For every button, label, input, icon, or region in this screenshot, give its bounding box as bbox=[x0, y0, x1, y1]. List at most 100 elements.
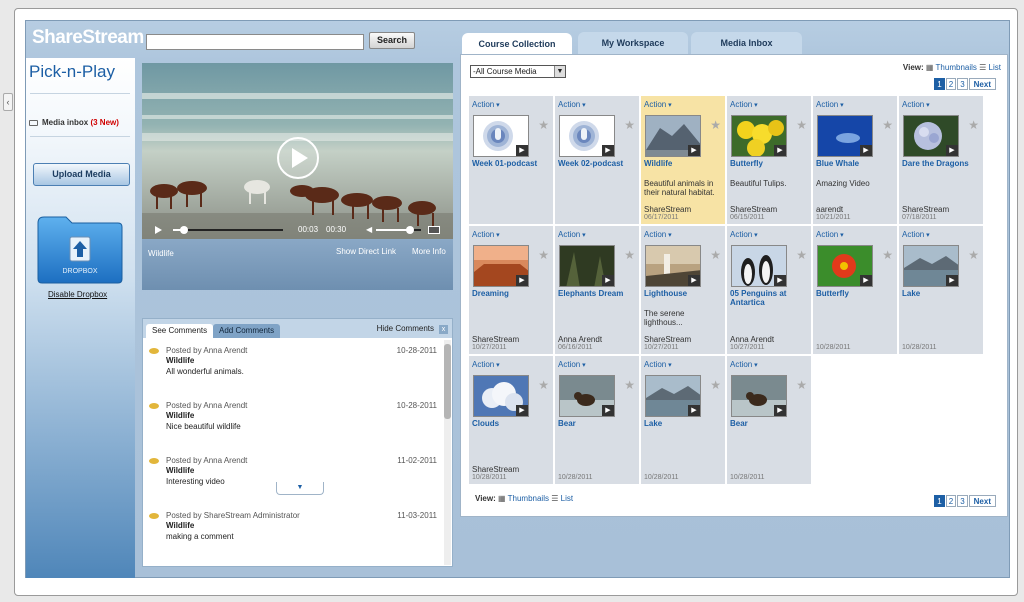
seek-handle[interactable] bbox=[180, 226, 188, 234]
media-card[interactable]: Action ★ ▶ Bear 10/28/2011 bbox=[555, 356, 639, 484]
media-thumbnail[interactable]: ▶ bbox=[731, 245, 787, 287]
favorite-star-icon[interactable]: ★ bbox=[538, 118, 549, 132]
volume-handle[interactable] bbox=[405, 226, 414, 234]
favorite-star-icon[interactable]: ★ bbox=[796, 118, 807, 132]
dropbox-folder[interactable]: DROPBOX bbox=[36, 213, 124, 285]
media-thumbnail[interactable]: ▶ bbox=[473, 245, 529, 287]
volume-icon[interactable]: ◀ bbox=[366, 225, 372, 234]
action-menu[interactable]: Action bbox=[730, 230, 758, 239]
media-thumbnail[interactable]: ▶ bbox=[731, 375, 787, 417]
media-thumbnail[interactable]: ▶ bbox=[473, 375, 529, 417]
media-thumbnail[interactable]: ▶ bbox=[731, 115, 787, 157]
action-menu[interactable]: Action bbox=[644, 100, 672, 109]
tab-course-collection[interactable]: Course Collection bbox=[462, 33, 572, 55]
fullscreen-icon[interactable] bbox=[428, 226, 440, 234]
action-menu[interactable]: Action bbox=[644, 230, 672, 239]
favorite-star-icon[interactable]: ★ bbox=[710, 248, 721, 262]
page-link-3[interactable]: 3 bbox=[957, 78, 968, 90]
media-title[interactable]: Bear bbox=[730, 419, 810, 428]
next-page-button[interactable]: Next bbox=[968, 495, 996, 507]
media-thumbnail[interactable]: ▶ bbox=[903, 115, 959, 157]
media-title[interactable]: 05 Penguins at Antartica bbox=[730, 289, 810, 307]
media-card[interactable]: Action ★ ▶ Dare the Dragons ShareStream07/18… bbox=[899, 96, 983, 224]
play-icon[interactable] bbox=[155, 226, 162, 234]
view-thumbnails-link[interactable]: Thumbnails bbox=[936, 63, 977, 72]
favorite-star-icon[interactable]: ★ bbox=[624, 118, 635, 132]
media-thumbnail[interactable]: ▶ bbox=[559, 115, 615, 157]
tab-media-inbox[interactable]: Media Inbox bbox=[691, 32, 802, 55]
media-card[interactable]: Action ★ ▶ Bear 10/28/2011 bbox=[727, 356, 811, 484]
page-link-1[interactable]: 1 bbox=[934, 78, 945, 90]
action-menu[interactable]: Action bbox=[816, 100, 844, 109]
media-card[interactable]: Action ★ ▶ Wildlife Beautiful animals in the… bbox=[641, 96, 725, 224]
media-card[interactable]: Action ★ ▶ Clouds ShareStream10/28/2011 bbox=[469, 356, 553, 484]
media-title[interactable]: Dare the Dragons bbox=[902, 159, 982, 168]
media-card[interactable]: Action ★ ▶ Butterfly 10/28/2011 bbox=[813, 226, 897, 354]
favorite-star-icon[interactable]: ★ bbox=[796, 248, 807, 262]
tab-see-comments[interactable]: See Comments bbox=[146, 324, 214, 338]
media-title[interactable]: Dreaming bbox=[472, 289, 552, 298]
favorite-star-icon[interactable]: ★ bbox=[968, 248, 979, 262]
favorite-star-icon[interactable]: ★ bbox=[538, 248, 549, 262]
action-menu[interactable]: Action bbox=[902, 230, 930, 239]
view-thumbnails-link[interactable]: Thumbnails bbox=[508, 494, 549, 503]
media-card[interactable]: Action ★ ▶ Elephants Dream Anna Arendt06/16/… bbox=[555, 226, 639, 354]
favorite-star-icon[interactable]: ★ bbox=[624, 378, 635, 392]
action-menu[interactable]: Action bbox=[472, 360, 500, 369]
media-card[interactable]: Action ★ ▶ 05 Penguins at Antartica Anna Are… bbox=[727, 226, 811, 354]
media-title[interactable]: Butterfly bbox=[816, 289, 896, 298]
tab-add-comments[interactable]: Add Comments bbox=[213, 324, 281, 338]
action-menu[interactable]: Action bbox=[644, 360, 672, 369]
progress-bar[interactable]: 00:03 00:30 ◀ bbox=[148, 225, 440, 235]
media-title[interactable]: Week 02-podcast bbox=[558, 159, 638, 168]
comments-scrollbar[interactable] bbox=[444, 340, 451, 565]
page-link-1[interactable]: 1 bbox=[934, 495, 945, 507]
scrollbar-thumb[interactable] bbox=[444, 344, 451, 419]
media-title[interactable]: Elephants Dream bbox=[558, 289, 638, 298]
media-thumbnail[interactable]: ▶ bbox=[645, 115, 701, 157]
media-card[interactable]: Action ★ ▶ Lake 10/28/2011 bbox=[641, 356, 725, 484]
media-title[interactable]: Lighthouse bbox=[644, 289, 724, 298]
next-page-button[interactable]: Next bbox=[968, 78, 996, 90]
favorite-star-icon[interactable]: ★ bbox=[538, 378, 549, 392]
action-menu[interactable]: Action bbox=[558, 100, 586, 109]
media-title[interactable]: Bear bbox=[558, 419, 638, 428]
media-thumbnail[interactable]: ▶ bbox=[817, 115, 873, 157]
expand-panel-button[interactable]: ▼ bbox=[276, 482, 324, 495]
search-input[interactable] bbox=[146, 34, 364, 50]
media-card[interactable]: Action ★ ▶ Dreaming ShareStream10/27/2011 bbox=[469, 226, 553, 354]
favorite-star-icon[interactable]: ★ bbox=[796, 378, 807, 392]
action-menu[interactable]: Action bbox=[816, 230, 844, 239]
media-card[interactable]: Action ★ ▶ Week 02-podcast bbox=[555, 96, 639, 224]
hide-comments-link[interactable]: Hide Comments bbox=[377, 324, 434, 333]
media-thumbnail[interactable]: ▶ bbox=[645, 245, 701, 287]
media-title[interactable]: Blue Whale bbox=[816, 159, 896, 168]
action-menu[interactable]: Action bbox=[730, 100, 758, 109]
more-info-link[interactable]: More Info bbox=[412, 247, 446, 256]
tab-my-workspace[interactable]: My Workspace bbox=[578, 32, 688, 55]
video-frame[interactable]: 00:03 00:30 ◀ bbox=[142, 63, 453, 239]
page-link-2[interactable]: 2 bbox=[945, 78, 957, 90]
search-button[interactable]: Search bbox=[369, 32, 415, 49]
media-title[interactable]: Lake bbox=[644, 419, 724, 428]
media-title[interactable]: Lake bbox=[902, 289, 982, 298]
collapse-panel-button[interactable]: ‹ bbox=[3, 93, 13, 111]
action-menu[interactable]: Action bbox=[730, 360, 758, 369]
page-link-2[interactable]: 2 bbox=[945, 495, 957, 507]
media-card[interactable]: Action ★ ▶ Lighthouse The serene lighthous..… bbox=[641, 226, 725, 354]
media-title[interactable]: Week 01-podcast bbox=[472, 159, 552, 168]
favorite-star-icon[interactable]: ★ bbox=[968, 118, 979, 132]
favorite-star-icon[interactable]: ★ bbox=[882, 248, 893, 262]
favorite-star-icon[interactable]: ★ bbox=[882, 118, 893, 132]
media-thumbnail[interactable]: ▶ bbox=[817, 245, 873, 287]
media-title[interactable]: Wildlife bbox=[644, 159, 724, 168]
media-thumbnail[interactable]: ▶ bbox=[645, 375, 701, 417]
media-thumbnail[interactable]: ▶ bbox=[559, 245, 615, 287]
action-menu[interactable]: Action bbox=[902, 100, 930, 109]
media-inbox-link[interactable]: Media inbox (3 New) bbox=[29, 118, 119, 127]
favorite-star-icon[interactable]: ★ bbox=[710, 378, 721, 392]
disable-dropbox-link[interactable]: Disable Dropbox bbox=[48, 290, 107, 299]
view-list-link[interactable]: List bbox=[989, 63, 1001, 72]
media-title[interactable]: Clouds bbox=[472, 419, 552, 428]
view-list-link[interactable]: List bbox=[561, 494, 573, 503]
